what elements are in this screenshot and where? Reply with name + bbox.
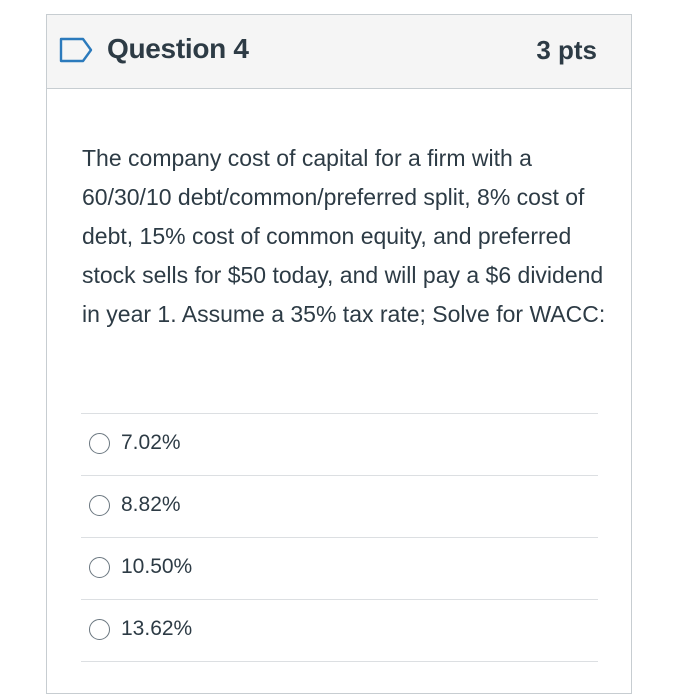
answer-list: 7.02% 8.82% 10.50% 13.62%	[81, 413, 598, 662]
radio-button[interactable]	[89, 433, 110, 454]
answer-option[interactable]: 10.50%	[81, 538, 598, 600]
answer-option[interactable]: 7.02%	[81, 414, 598, 476]
answer-label: 10.50%	[121, 555, 193, 578]
question-text: The company cost of capital for a firm w…	[82, 145, 606, 327]
radio-button[interactable]	[89, 619, 110, 640]
answer-label: 8.82%	[121, 493, 181, 516]
question-card: Question 4 3 pts The company cost of cap…	[46, 14, 632, 694]
question-points: 3 pts	[536, 35, 597, 65]
question-header: Question 4 3 pts	[47, 15, 631, 89]
radio-button[interactable]	[89, 557, 110, 578]
radio-button[interactable]	[89, 495, 110, 516]
answer-label: 13.62%	[121, 617, 193, 640]
answer-label: 7.02%	[121, 431, 181, 454]
answer-option[interactable]: 13.62%	[81, 600, 598, 662]
answer-option[interactable]: 8.82%	[81, 476, 598, 538]
question-title: Question 4	[107, 33, 249, 64]
flag-outline-icon[interactable]	[59, 37, 93, 63]
